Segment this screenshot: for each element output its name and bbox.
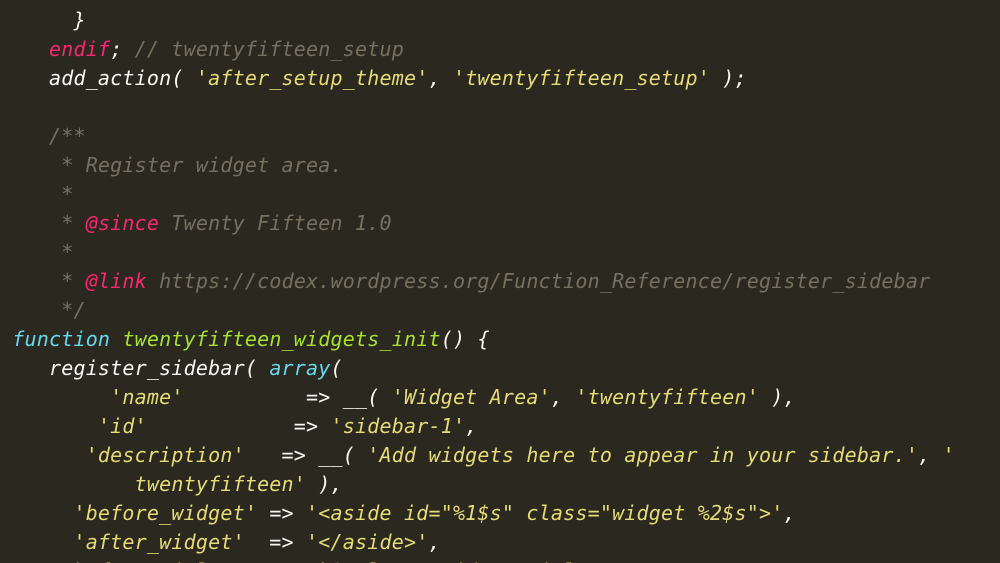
indent xyxy=(0,559,61,563)
code-token: } xyxy=(73,8,85,32)
code-token: 'before_title' xyxy=(61,559,232,563)
code-token: => __( xyxy=(245,443,367,467)
code-line: * @since Twenty Fifteen 1.0 xyxy=(0,209,1000,238)
code-token: 'after_setup_theme' xyxy=(196,66,429,90)
indent xyxy=(0,530,73,554)
code-token: * xyxy=(49,211,86,235)
code-token: * xyxy=(49,182,73,206)
code-line: * @link https://codex.wordpress.org/Func… xyxy=(0,267,1000,296)
code-token xyxy=(110,327,122,351)
code-token: register_sidebar( xyxy=(49,356,269,380)
code-token: 'after_widget' xyxy=(73,530,244,554)
code-line: */ xyxy=(0,296,1000,325)
code-token: */ xyxy=(49,298,86,322)
indent xyxy=(0,182,49,206)
code-line: endif; // twentyfifteen_setup xyxy=(0,35,1000,64)
code-token: twentyfifteen_widgets_init xyxy=(122,327,440,351)
code-token: () { xyxy=(441,327,490,351)
code-token: '</aside>' xyxy=(306,530,428,554)
code-token: ; xyxy=(110,37,122,61)
code-token: add_action( xyxy=(49,66,196,90)
code-token: => xyxy=(257,501,306,525)
code-token: @link xyxy=(86,269,147,293)
indent xyxy=(0,443,86,467)
code-token: , xyxy=(918,443,942,467)
code-token: https://codex.wordpress.org/Function_Ref… xyxy=(147,269,930,293)
code-token: ); xyxy=(710,66,747,90)
code-token: 'description' xyxy=(86,443,245,467)
code-line: 'name' => __( 'Widget Area', 'twentyfift… xyxy=(0,383,1000,412)
code-token: => xyxy=(147,414,331,438)
code-token: ' xyxy=(943,443,955,467)
code-token: 'id' xyxy=(98,414,147,438)
code-token: twentyfifteen' xyxy=(135,472,306,496)
code-line: /** xyxy=(0,122,1000,151)
code-line: add_action( 'after_setup_theme', 'twenty… xyxy=(0,64,1000,93)
code-token: 'sidebar-1' xyxy=(331,414,466,438)
code-token xyxy=(0,95,12,119)
code-line: } xyxy=(0,6,1000,35)
code-token: // twentyfifteen_setup xyxy=(122,37,404,61)
code-line: 'before_title' => '<h2 class="widget-tit… xyxy=(0,557,1000,563)
code-token: Twenty Fifteen 1.0 xyxy=(159,211,392,235)
code-line: * xyxy=(0,238,1000,267)
code-token: * xyxy=(49,269,86,293)
code-token: 'Widget Area' xyxy=(392,385,551,409)
code-token: * xyxy=(49,240,73,264)
code-token: , xyxy=(551,385,575,409)
code-token: '<h2 class="widget-title">' xyxy=(294,559,625,563)
code-token: ), xyxy=(759,385,796,409)
code-token: => xyxy=(233,559,294,563)
code-token: , xyxy=(465,414,477,438)
code-token: @since xyxy=(86,211,159,235)
code-token: 'before_widget' xyxy=(73,501,257,525)
code-token: ( xyxy=(331,356,343,380)
code-token: /** xyxy=(49,124,86,148)
code-token: , xyxy=(428,66,452,90)
indent xyxy=(0,153,49,177)
indent xyxy=(0,385,110,409)
indent xyxy=(0,66,49,90)
code-token: 'twentyfifteen' xyxy=(575,385,759,409)
code-line: twentyfifteen' ), xyxy=(0,470,1000,499)
code-line: * xyxy=(0,180,1000,209)
code-line: 'id' => 'sidebar-1', xyxy=(0,412,1000,441)
code-token: 'name' xyxy=(110,385,183,409)
code-line xyxy=(0,93,1000,122)
indent xyxy=(0,211,49,235)
code-token: , xyxy=(428,530,440,554)
indent xyxy=(0,240,49,264)
code-editor[interactable]: } endif; // twentyfifteen_setup add_acti… xyxy=(0,0,1000,563)
code-line: * Register widget area. xyxy=(0,151,1000,180)
indent xyxy=(0,356,49,380)
code-line: 'description' => __( 'Add widgets here t… xyxy=(0,441,1000,470)
code-token: 'Add widgets here to appear in your side… xyxy=(367,443,918,467)
code-token: => __( xyxy=(184,385,392,409)
indent xyxy=(0,298,49,322)
indent xyxy=(0,472,135,496)
indent xyxy=(0,501,73,525)
indent xyxy=(0,414,98,438)
indent xyxy=(0,269,49,293)
code-token: , xyxy=(624,559,636,563)
code-token: 'twentyfifteen_setup' xyxy=(453,66,710,90)
code-line: 'before_widget' => '<aside id="%1$s" cla… xyxy=(0,499,1000,528)
indent xyxy=(0,327,12,351)
code-token: '<aside id="%1$s" class="widget %2$s">' xyxy=(306,501,783,525)
indent xyxy=(0,124,49,148)
code-token: => xyxy=(245,530,306,554)
code-line: 'after_widget' => '</aside>', xyxy=(0,528,1000,557)
indent xyxy=(0,8,73,32)
code-token: * Register widget area. xyxy=(49,153,343,177)
code-token: function xyxy=(12,327,110,351)
indent xyxy=(0,37,49,61)
code-line: function twentyfifteen_widgets_init() { xyxy=(0,325,1000,354)
code-token: , xyxy=(783,501,795,525)
code-line: register_sidebar( array( xyxy=(0,354,1000,383)
code-token: array xyxy=(269,356,330,380)
code-token: ), xyxy=(306,472,343,496)
code-token: endif xyxy=(49,37,110,61)
